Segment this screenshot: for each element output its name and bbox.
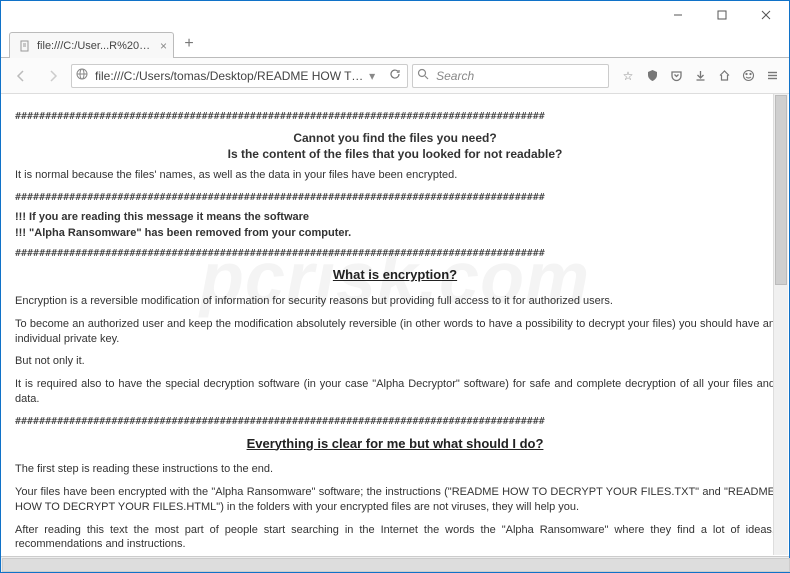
search-icon [417,68,431,83]
paragraph: It is required also to have the special … [15,377,775,407]
search-box[interactable]: Search [412,64,609,88]
smiley-icon[interactable] [737,65,759,87]
paragraph: But not only it. [15,354,775,369]
pocket-icon[interactable] [665,65,687,87]
menu-icon[interactable] [761,65,783,87]
warning-line-2: !!! "Alpha Ransomware" has been removed … [15,226,775,241]
new-tab-button[interactable]: + [176,31,202,57]
window-titlebar [1,0,789,28]
back-button[interactable] [7,62,35,90]
divider: ########################################… [15,110,775,124]
divider: ########################################… [15,415,775,429]
vertical-scrollbar[interactable] [773,94,788,555]
heading-line-1: Cannot you find the files you need? [15,130,775,146]
section-heading-whattodo: Everything is clear for me but what shou… [15,435,775,453]
maximize-button[interactable] [700,1,744,29]
minimize-button[interactable] [656,1,700,29]
url-bar[interactable]: file:///C:/Users/tomas/Desktop/README HO… [71,64,408,88]
downloads-icon[interactable] [689,65,711,87]
tab-close-icon[interactable]: × [160,39,167,53]
page-content: pcrisk.com #############################… [1,94,789,557]
dropdown-icon[interactable]: ▾ [369,69,383,83]
close-button[interactable] [744,1,788,29]
browser-tab[interactable]: file:///C:/User...R%20FILES.HTML × [9,32,174,58]
file-icon [18,39,32,53]
paragraph: Encryption is a reversible modification … [15,294,775,309]
bookmark-icon[interactable]: ☆ [617,65,639,87]
tab-title: file:///C:/User...R%20FILES.HTML [37,40,154,52]
horizontal-scrollbar[interactable] [1,556,789,572]
nav-toolbar: file:///C:/Users/tomas/Desktop/README HO… [1,58,789,94]
intro-text: It is normal because the files' names, a… [15,168,775,183]
paragraph: The first step is reading these instruct… [15,462,775,477]
paragraph: Your files have been encrypted with the … [15,485,775,515]
section-heading-encryption: What is encryption? [15,266,775,284]
toolbar-icons: ☆ [617,65,783,87]
search-placeholder: Search [436,69,474,83]
tab-bar: file:///C:/User...R%20FILES.HTML × + [1,28,789,58]
shield-icon[interactable] [641,65,663,87]
paragraph: After reading this text the most part of… [15,523,775,553]
reload-icon[interactable] [389,68,403,83]
scrollbar-thumb[interactable] [775,95,787,285]
heading-line-2: Is the content of the files that you loo… [15,146,775,162]
warning-line-1: !!! If you are reading this message it m… [15,210,775,225]
forward-button[interactable] [39,62,67,90]
paragraph: To become an authorized user and keep th… [15,317,775,347]
divider: ########################################… [15,191,775,205]
url-text: file:///C:/Users/tomas/Desktop/README HO… [95,69,365,83]
globe-icon [76,68,90,83]
home-icon[interactable] [713,65,735,87]
divider: ########################################… [15,247,775,261]
